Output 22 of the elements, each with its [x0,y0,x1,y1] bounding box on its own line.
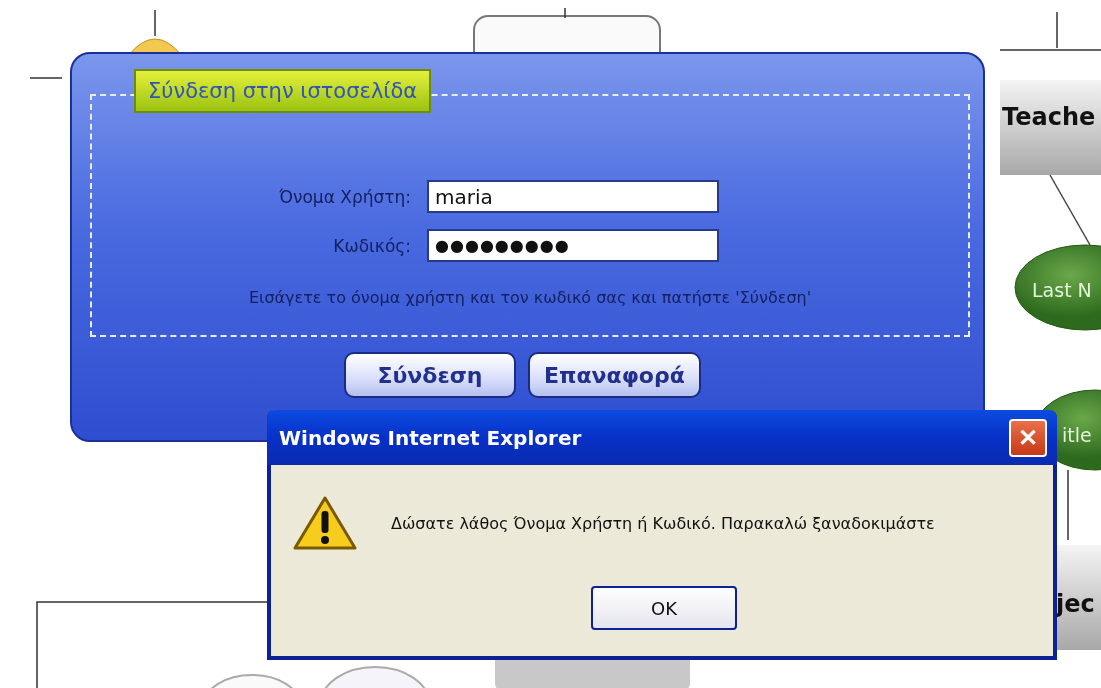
connector-line [1049,174,1091,246]
node-label: jec [1056,590,1095,618]
node-label: Last N [1032,279,1092,301]
instruction-text: Εισάγετε το όνομα χρήστη και τον κωδικό σας και πατήστε 'Σύνδεση' [248,288,812,307]
login-button[interactable]: Σύνδεση [344,352,516,398]
error-message: Δώσατε λάθος Όνομα Χρήστη ή Κωδικό. Παρακαλώ ξαναδοκιμάστε [391,513,935,533]
dialog-title: Windows Internet Explorer [279,425,582,450]
warning-icon [293,495,357,551]
username-field[interactable]: maria [427,180,719,213]
connector-line [1067,469,1069,541]
close-button[interactable]: ✕ [1009,418,1047,457]
field-label: Όνομα Χρήστη: [278,186,411,207]
password-field[interactable]: ●●●●●●●●● [427,229,719,262]
node-label: itle [1062,424,1092,446]
connector-line [154,9,156,37]
ok-button[interactable]: OK [591,586,737,630]
reset-button[interactable]: Επαναφορά [528,352,701,398]
connector-line [564,7,566,19]
login-title: Σύνδεση στην ιστοσελίδα [134,69,432,113]
connector-line [29,77,63,79]
node-label: Teache [1002,103,1096,131]
field-label: Κωδικός: [332,235,411,256]
